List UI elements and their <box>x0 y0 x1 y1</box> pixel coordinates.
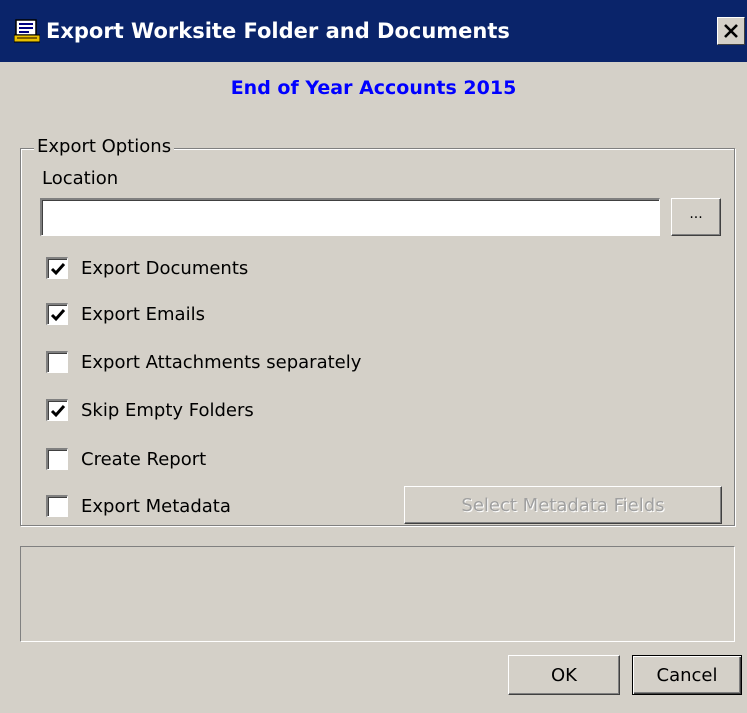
ok-button[interactable]: OK <box>508 655 620 695</box>
checkbox-box[interactable] <box>46 303 68 325</box>
checkbox-box[interactable] <box>46 448 68 470</box>
checkbox-label: Export Attachments separately <box>81 352 362 373</box>
export-options-legend: Export Options <box>34 135 175 159</box>
location-input[interactable] <box>40 198 660 236</box>
export-app-icon <box>14 19 40 43</box>
checkmark-icon <box>50 405 66 418</box>
title-bar[interactable]: Export Worksite Folder and Documents <box>0 0 747 62</box>
checkbox-box[interactable] <box>46 351 68 373</box>
select-metadata-fields-button[interactable]: Select Metadata Fields <box>404 486 722 524</box>
checkmark-icon <box>50 309 66 322</box>
close-button[interactable] <box>717 17 745 45</box>
checkbox-label: Skip Empty Folders <box>81 400 254 421</box>
window-title: Export Worksite Folder and Documents <box>46 19 510 43</box>
checkbox-box[interactable] <box>46 399 68 421</box>
checkmark-icon <box>50 263 66 276</box>
checkbox-label: Export Metadata <box>81 496 231 517</box>
cancel-button[interactable]: Cancel <box>632 655 742 695</box>
close-icon <box>724 24 738 38</box>
status-area <box>20 546 735 642</box>
checkbox-label: Export Documents <box>81 258 249 279</box>
checkbox-box[interactable] <box>46 257 68 279</box>
checkbox-box[interactable] <box>46 495 68 517</box>
folder-name-heading: End of Year Accounts 2015 <box>230 77 517 99</box>
checkbox-label: Create Report <box>81 449 207 470</box>
browse-button[interactable]: ... <box>671 198 721 236</box>
checkbox-label: Export Emails <box>81 304 205 325</box>
location-label: Location <box>42 168 119 189</box>
